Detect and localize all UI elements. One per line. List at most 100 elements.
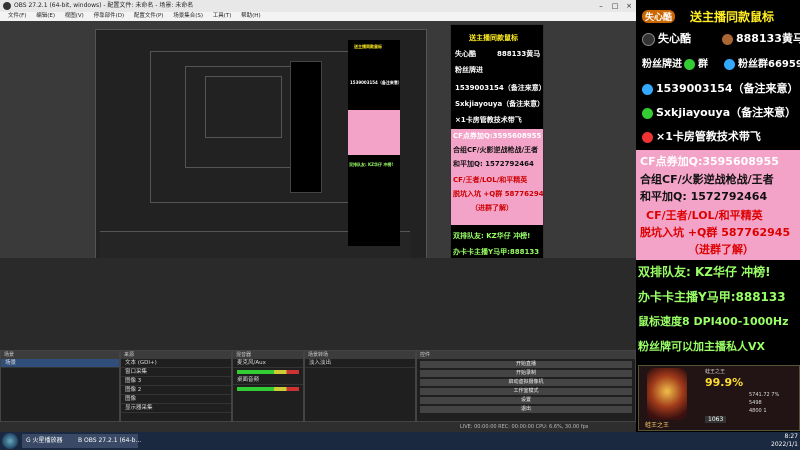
controls-dock: 控件 开始直播 开始录制 启动虚拟摄像机 工作室模式 设置 退出 <box>416 350 636 422</box>
pink-line-0: CF点券加Q:3595608955 <box>640 155 779 168</box>
nested-large-card: ×1卡房管教技术带飞 <box>455 116 522 124</box>
group-number-text: 粉丝群6695903 <box>738 59 800 70</box>
clock-date: 2022/1/1 <box>771 441 798 448</box>
obs-logo-icon <box>3 2 11 10</box>
volume-meter[interactable] <box>237 370 299 374</box>
scenes-dock-title: 场景 <box>1 351 119 359</box>
card-text: ×1卡房管教技术带飞 <box>656 130 761 143</box>
menu-scene-collection[interactable]: 场景集合(S) <box>173 13 203 19</box>
obs-window: OBS 27.2.1 (64-bit, windows) - 配置文件: 未命名… <box>0 0 636 432</box>
header-text: 送主播同款鼠标 <box>690 10 775 24</box>
status-text: LIVE: 00:00:00 REC: 00:00:00 CPU: 6.6%, … <box>460 424 589 430</box>
nested-green-1: 办卡卡主播Y马甲:888133 <box>453 248 540 256</box>
source-item[interactable]: 窗口采集 <box>121 368 231 377</box>
exit-button[interactable]: 退出 <box>420 406 632 413</box>
scene-item[interactable]: 场景 <box>1 359 119 368</box>
nested-pink-line-3: CF/王者/LOL/和平精英 <box>453 176 528 184</box>
menu-tools[interactable]: 工具(T) <box>213 13 232 19</box>
menu-docks[interactable]: 停靠部件(D) <box>94 13 125 19</box>
nested-large-fans: 失心酷 <box>455 50 476 58</box>
green-line-0: 双排队友: KZ华仔 冲榜! <box>638 265 771 279</box>
volume-meter[interactable] <box>237 387 299 391</box>
clock-time: 8:27 <box>784 433 798 440</box>
green-line-3: 粉丝牌可以加主播私人VX <box>638 340 765 353</box>
stat-line: 5498 <box>749 400 762 406</box>
game-status-panel: 蛙王之王 99.9% 蛙王之王 1063 5741.72 7% 5498 480… <box>638 365 800 431</box>
menu-view[interactable]: 视图(V) <box>65 13 84 19</box>
menu-help[interactable]: 帮助(H) <box>241 13 260 19</box>
start-streaming-button[interactable]: 开始直播 <box>420 361 632 368</box>
wechat-text: Sxkjiayouya（备注来意） <box>656 106 797 119</box>
stat-line: 5741.72 7% <box>749 392 780 398</box>
nested-pink-line-4: 脱坑入坑 +Q群 587762945 <box>453 190 544 198</box>
green-line-1: 办卡卡主播Y马甲:888133 <box>638 290 786 304</box>
system-clock[interactable]: 8:27 2022/1/1 <box>771 433 798 449</box>
rank-badge-icon <box>647 368 687 420</box>
pink-line-3: CF/王者/LOL/和平精英 <box>646 209 763 222</box>
controls-dock-title: 控件 <box>417 351 635 359</box>
source-item[interactable]: 文本 (GDI+) <box>121 359 231 368</box>
taskbar-item-player[interactable]: G 火星播放器 <box>22 434 76 448</box>
windows-taskbar: G 火星播放器 B OBS 27.2.1 (64-b... 8:27 2022/… <box>0 432 800 450</box>
start-recording-button[interactable]: 开始录制 <box>420 370 632 377</box>
menu-file[interactable]: 文件(F) <box>8 13 26 19</box>
mixer-dock: 混音器 麦克风/Aux 桌面音频 <box>232 350 304 422</box>
minimize-icon[interactable]: – <box>594 0 608 12</box>
nested-header-text: 送主播同款鼠标 <box>354 44 382 49</box>
source-item[interactable]: 图像 <box>121 395 231 404</box>
rank-name: 蛙王之王 <box>645 422 670 429</box>
status-bar: LIVE: 00:00:00 REC: 00:00:00 CPU: 6.6%, … <box>0 422 636 432</box>
start-virtual-camera-button[interactable]: 启动虚拟摄像机 <box>420 379 632 386</box>
mixer-channel-mic: 麦克风/Aux <box>233 359 303 368</box>
transitions-dock: 场景转场 淡入淡出 <box>304 350 416 422</box>
menu-bar: 文件(F) 编辑(E) 视图(V) 停靠部件(D) 配置文件(P) 场景集合(S… <box>0 12 636 21</box>
maximize-icon[interactable]: □ <box>608 0 622 12</box>
nested-large-fans-num: 888133黄马 <box>497 50 541 58</box>
rank-score: 1063 <box>705 416 727 423</box>
nested-pink-line-0: CF点券加Q:3595608955 <box>453 132 542 140</box>
sources-dock-title: 来源 <box>121 351 231 359</box>
nested-green-0: 双排队友: KZ华仔 冲榜! <box>453 232 531 240</box>
green-line-2: 鼠标速度8 DPI400-1000Hz <box>638 315 789 328</box>
nested-qq-text: 1539003154（备注来意） <box>350 80 400 85</box>
nested-green-line: 双排队友: KZ华仔 冲榜! <box>349 162 394 167</box>
studio-mode-button[interactable]: 工作室模式 <box>420 388 632 395</box>
mixer-dock-title: 混音器 <box>233 351 303 359</box>
taskbar-item-obs[interactable]: B OBS 27.2.1 (64-b... <box>74 434 141 448</box>
group-text: 粉丝牌进 <box>642 59 682 70</box>
source-item[interactable]: 显示器采集 <box>121 404 231 413</box>
qq-icon <box>642 83 653 95</box>
qq-text: 1539003154（备注来意） <box>656 82 799 95</box>
nested-overlay-medium: 送主播同款鼠标 1539003154（备注来意） 双排队友: KZ华仔 冲榜! <box>348 40 400 246</box>
sources-dock: 来源 文本 (GDI+) 窗口采集 图像 3 图像 2 图像 显示器采集 <box>120 350 232 422</box>
menu-profile[interactable]: 配置文件(P) <box>134 13 164 19</box>
nested-preview-4 <box>205 76 282 138</box>
nested-large-qq: 1539003154（备注来意） <box>455 84 544 92</box>
transitions-dock-title: 场景转场 <box>305 351 415 359</box>
bottom-docks: 场景 场景 来源 文本 (GDI+) 窗口采集 图像 3 图像 2 图像 显示器… <box>0 258 636 428</box>
source-item[interactable]: 图像 3 <box>121 377 231 386</box>
settings-button[interactable]: 设置 <box>420 397 632 404</box>
avatar-icon <box>722 33 733 45</box>
nested-large-wechat: Sxkjiayouya（备注来意） <box>455 100 544 108</box>
header-tag: 失心酷 <box>642 10 676 23</box>
fans-contact-text: 失心酷 <box>658 32 691 45</box>
group-label-text: 群 <box>698 59 708 70</box>
rank-percent: 99.9% <box>705 376 744 389</box>
nested-large-header: 送主播同款鼠标 <box>469 34 518 42</box>
pink-promo-box: CF点券加Q:3595608955 合组CF/火影逆战枪战/王者 和平加Q: 1… <box>636 150 800 260</box>
stat-line: 4800 1 <box>749 408 767 414</box>
pink-line-4: 脱坑入坑 +Q群 587762945 <box>640 226 791 239</box>
source-item[interactable]: 图像 2 <box>121 386 231 395</box>
title-bar: OBS 27.2.1 (64-bit, windows) - 配置文件: 未命名… <box>0 0 636 12</box>
qq-icon <box>724 58 735 70</box>
close-icon[interactable]: × <box>622 0 636 12</box>
nested-pink-line-1: 合组CF/火影逆战枪战/王者 <box>453 146 539 154</box>
transition-select[interactable]: 淡入淡出 <box>305 359 415 368</box>
nested-pink-line-5: （进群了解） <box>471 204 513 212</box>
start-button-icon[interactable] <box>2 433 18 449</box>
window-controls: – □ × <box>594 0 636 12</box>
menu-edit[interactable]: 编辑(E) <box>36 13 55 19</box>
rank-percent-label: 蛙王之王 <box>705 369 726 375</box>
window-title: OBS 27.2.1 (64-bit, windows) - 配置文件: 未命名… <box>14 2 194 9</box>
